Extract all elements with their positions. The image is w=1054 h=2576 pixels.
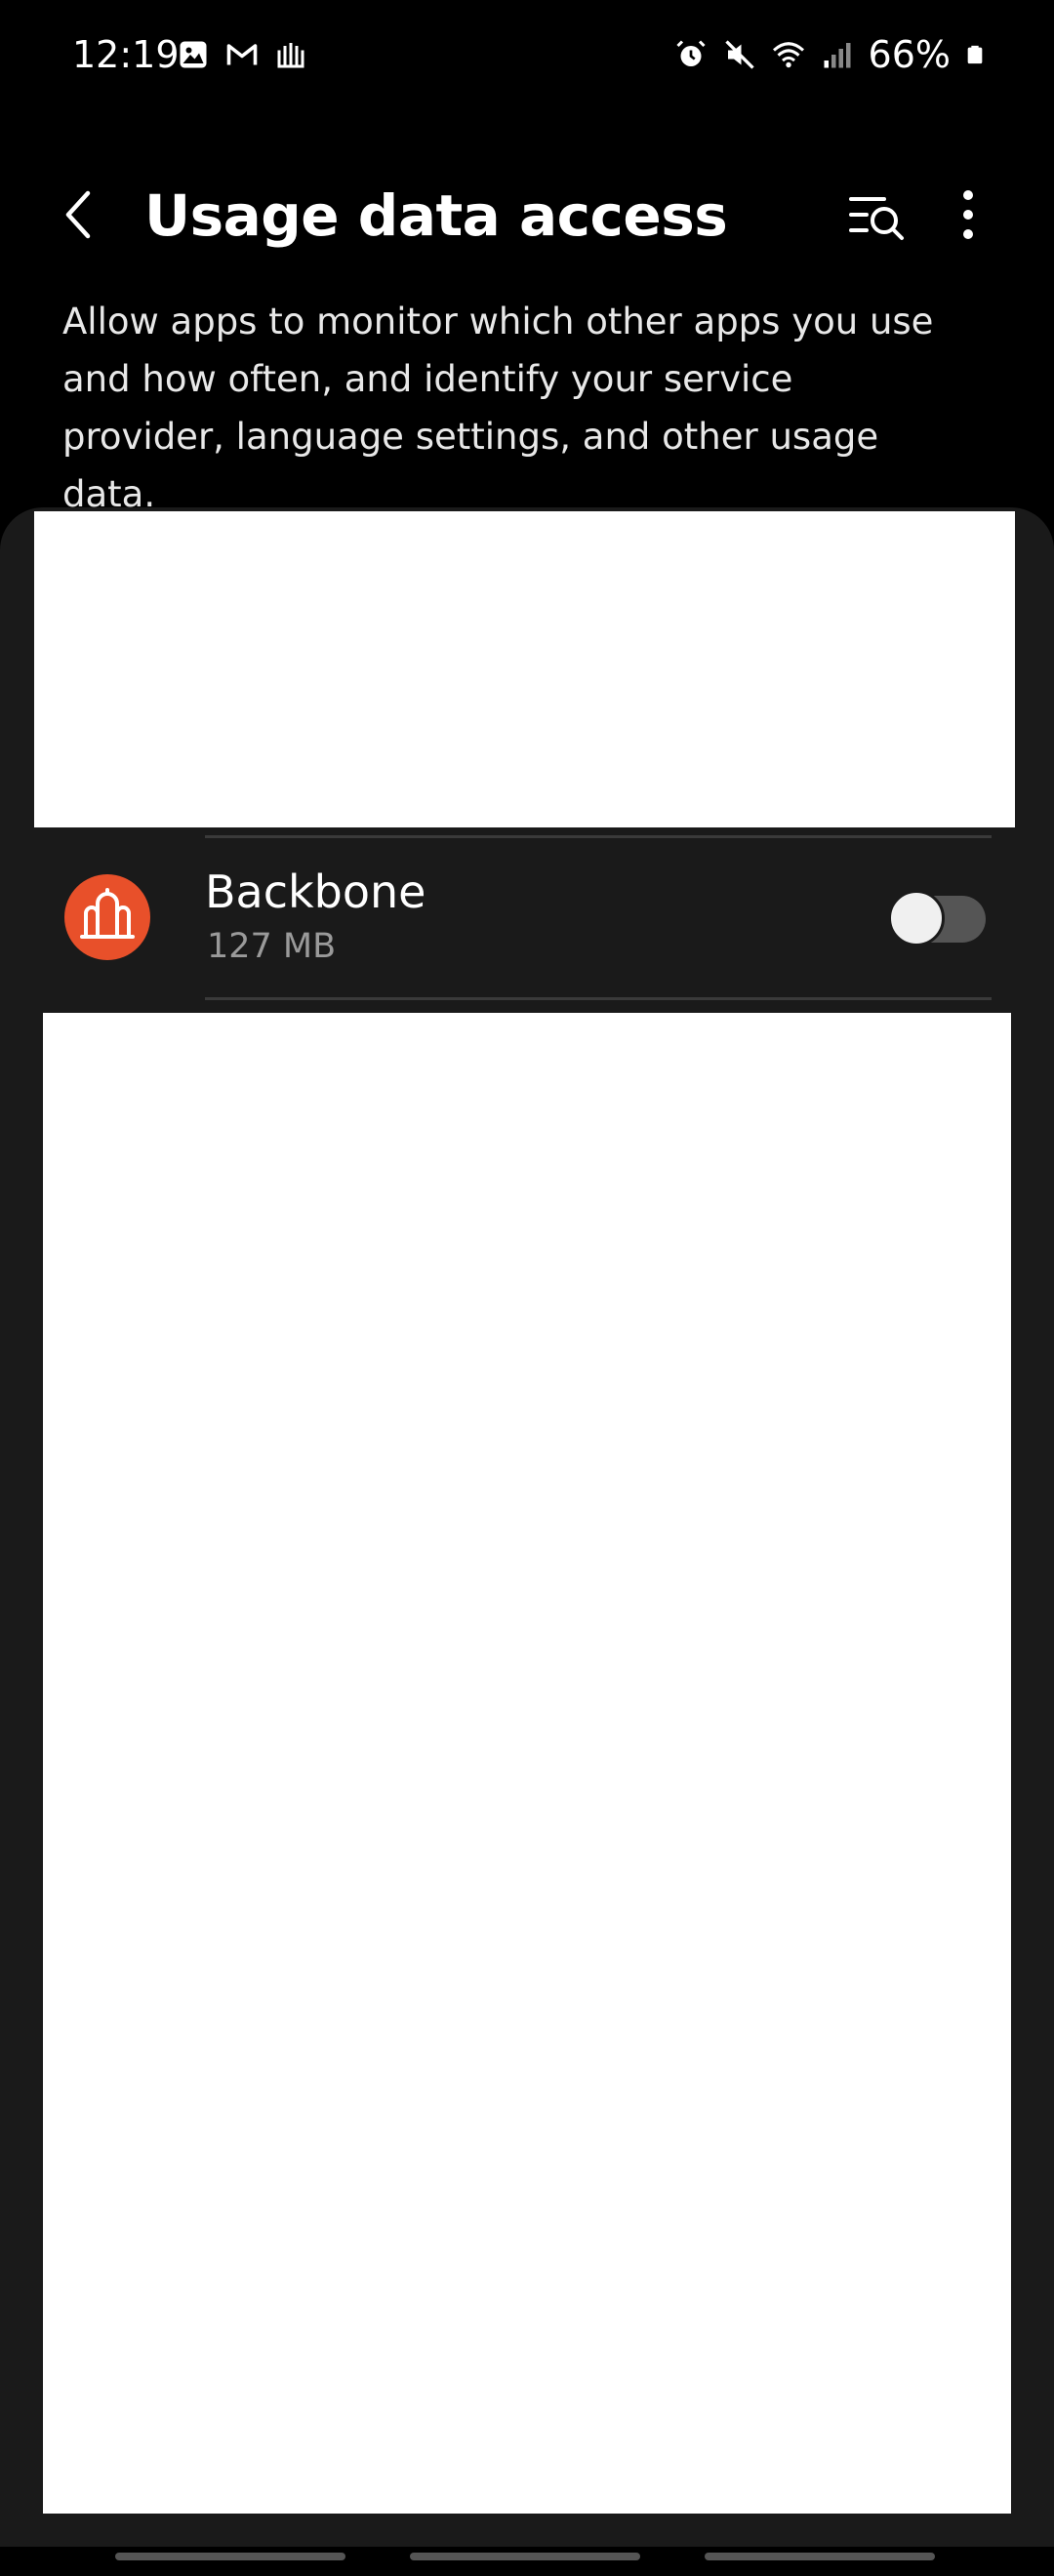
wifi-icon <box>772 42 804 68</box>
nav-recents-button[interactable] <box>115 2553 345 2560</box>
backbone-logo-icon <box>80 888 135 939</box>
more-options-button[interactable] <box>945 183 992 246</box>
list-divider <box>205 835 992 838</box>
list-item-backbone[interactable]: Backbone 127 MB <box>0 839 1054 995</box>
page-title: Usage data access <box>144 182 728 249</box>
page-description: Allow apps to monitor which other apps y… <box>62 301 934 515</box>
list-divider <box>205 997 992 1000</box>
alarm-icon <box>675 40 706 66</box>
app-size: 127 MB <box>207 927 337 966</box>
redacted-region-bottom <box>43 1013 1011 2514</box>
battery-icon <box>967 45 983 64</box>
nav-back-button[interactable] <box>705 2553 935 2560</box>
app-name: Backbone <box>205 865 426 918</box>
toggle-thumb <box>888 890 945 946</box>
status-left-icons <box>176 37 308 72</box>
mute-icon <box>724 40 754 69</box>
battery-percent: 66% <box>868 33 951 76</box>
gallery-icon <box>180 41 207 68</box>
status-right-icons: 66% <box>673 31 986 78</box>
back-chevron-icon <box>65 190 91 239</box>
navigation-bar <box>0 2537 1054 2576</box>
back-button[interactable] <box>51 183 113 246</box>
redacted-region-top <box>34 511 1015 827</box>
list-search-icon <box>849 197 904 240</box>
signal-icon <box>824 43 851 68</box>
status-time: 12:19 <box>72 33 180 76</box>
status-bar: 12:19 66% <box>0 0 1054 112</box>
nav-home-button[interactable] <box>410 2553 640 2560</box>
backbone-notification-icon <box>277 43 304 68</box>
usage-access-toggle[interactable] <box>888 890 986 946</box>
gmail-icon <box>226 44 258 65</box>
backbone-app-icon <box>64 874 150 960</box>
search-button[interactable] <box>845 187 908 246</box>
app-bar: Usage data access <box>0 166 1054 263</box>
more-vert-icon <box>963 190 973 239</box>
